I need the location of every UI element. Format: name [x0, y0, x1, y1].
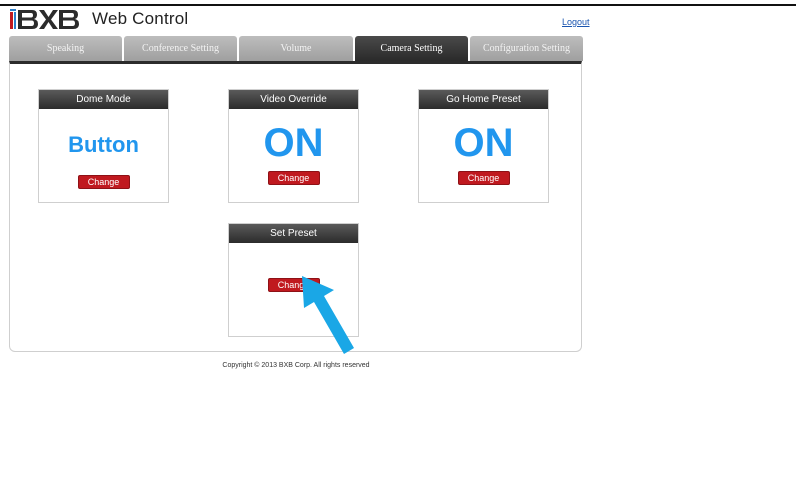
dome-mode-change-button[interactable]: Change: [77, 175, 130, 189]
copyright-text: Copyright © 2013 BXB Corp. All rights re…: [222, 362, 370, 369]
set-preset-title: Set Preset: [229, 224, 358, 243]
dome-mode-title: Dome Mode: [39, 90, 168, 109]
tab-volume[interactable]: Volume: [239, 36, 353, 61]
go-home-preset-change-button[interactable]: Change: [457, 171, 510, 185]
tab-conference-setting[interactable]: Conference Setting: [124, 36, 237, 61]
pointer-arrow-icon: [302, 276, 354, 354]
tab-speaking[interactable]: Speaking: [9, 36, 122, 61]
video-override-title: Video Override: [229, 90, 358, 109]
go-home-preset-card: Go Home Preset ON Change: [418, 89, 549, 203]
app-title: Web Control: [92, 9, 189, 28]
dome-mode-card: Dome Mode Button Change: [38, 89, 169, 203]
logo: Web Control: [10, 9, 188, 29]
tab-configuration-setting[interactable]: Configuration Setting: [470, 36, 583, 61]
top-rule: [0, 4, 796, 6]
dome-mode-value: Button: [68, 132, 139, 157]
video-override-card: Video Override ON Change: [228, 89, 359, 203]
video-override-change-button[interactable]: Change: [267, 171, 320, 185]
bxb-logo-icon: [10, 9, 79, 29]
go-home-preset-title: Go Home Preset: [419, 90, 548, 109]
go-home-preset-value: ON: [453, 121, 514, 165]
video-override-value: ON: [263, 121, 324, 165]
tab-camera-setting[interactable]: Camera Setting: [355, 36, 468, 61]
logout-link[interactable]: Logout: [562, 17, 590, 27]
